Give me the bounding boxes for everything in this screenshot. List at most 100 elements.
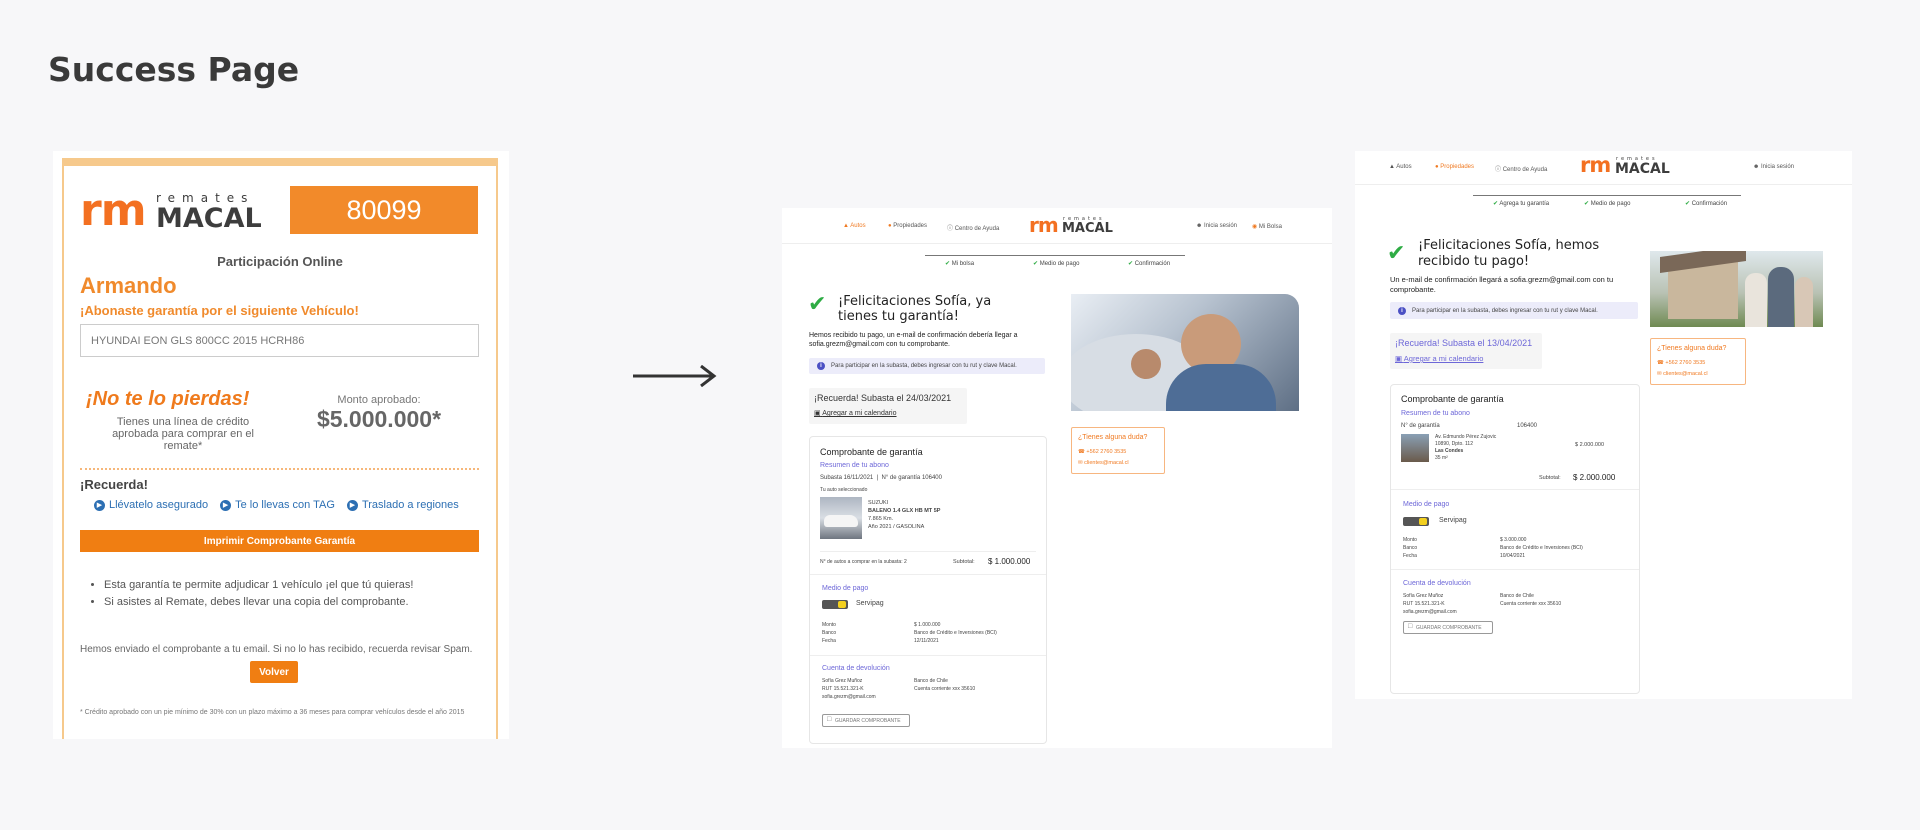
pay-value: Banco de Crédito e Inversiones (BCI) <box>914 630 997 636</box>
help-icon: ⓘ <box>1495 167 1502 173</box>
step-label: Medio de pago <box>1590 201 1631 207</box>
monto-value: $5.000.000* <box>316 406 442 432</box>
mail-icon: ✉ <box>1078 460 1083 466</box>
property-address: Av. Edmundo Pérez Zujovic <box>1435 434 1497 440</box>
nav-ayuda-label: Centro de Ayuda <box>1502 167 1548 173</box>
help-email[interactable]: ✉ clientes@macal.cl <box>1657 371 1708 377</box>
help-box: ¿Tienes alguna duda? ☎ +562 2760 3535 ✉ … <box>1071 427 1165 474</box>
step-label: Confirmación <box>1691 201 1728 207</box>
car-details: SUZUKI BALENO 1.4 GLX HB MT 5P 7.865 Km.… <box>868 499 940 531</box>
medio-pago-label: Medio de pago <box>1403 501 1450 508</box>
pay-row: Banco Banco de Crédito e Inversiones (BCI… <box>1403 544 1583 552</box>
subtotal-value: $ 1.000.000 <box>988 557 1031 566</box>
nav-login[interactable]: ☻ Inicia sesión <box>1753 164 1794 170</box>
cuenta-value: Banco de Chile <box>914 678 948 684</box>
car-km: 7.865 Km. <box>868 516 894 522</box>
guardar-comprobante-button[interactable]: □ GUARDAR COMPROBANTE <box>822 714 910 727</box>
help-email[interactable]: ✉ clientes@macal.cl <box>1078 460 1129 466</box>
nav-propiedades-label: Propiedades <box>1440 164 1474 170</box>
n-autos: N° de autos a comprar en la subasta: 2 <box>820 559 907 565</box>
document-icon: □ <box>1408 623 1413 630</box>
email-text: clientes@macal.cl <box>1663 371 1708 377</box>
pay-key: Fecha <box>822 638 836 644</box>
cuenta-row: sofia.grezm@gmail.com <box>1403 608 1561 616</box>
subtotal-label: Subtotal: <box>953 559 975 565</box>
help-title: ¿Tienes alguna duda? <box>1078 434 1148 441</box>
nav-ayuda-label: Centro de Ayuda <box>954 226 1000 232</box>
cuenta-key: sofia.grezm@gmail.com <box>822 694 876 700</box>
property-details: Av. Edmundo Pérez Zujovic 10890, Dpto. 1… <box>1435 434 1496 462</box>
logo-rm: rm <box>80 185 147 236</box>
reminder-box: ¡Recuerda! Subasta el 24/03/2021 ▣ Agreg… <box>809 388 967 424</box>
car-model: BALENO 1.4 GLX HB MT 5P <box>868 508 941 514</box>
help-phone[interactable]: ☎ +562 2760 3535 <box>1078 449 1126 455</box>
macal-logo[interactable]: rm remates MACAL <box>1580 153 1670 178</box>
print-button[interactable]: Imprimir Comprobante Garantía <box>80 530 479 552</box>
nav-autos[interactable]: ▲ Autos <box>1389 164 1412 170</box>
nav-propiedades[interactable]: ● Propiedades <box>888 223 927 229</box>
person-shape <box>1795 277 1813 327</box>
nav-ayuda[interactable]: ⓘ Centro de Ayuda <box>1495 164 1547 173</box>
link-traslado[interactable]: Traslado a regiones <box>347 499 459 511</box>
person-shape <box>1768 267 1794 327</box>
phone-text: +562 2760 3535 <box>1086 449 1127 455</box>
guardar-label: GUARDAR COMPROBANTE <box>835 717 901 724</box>
receipt-title: Comprobante de garantía <box>1401 394 1504 404</box>
pay-row: Fecha 10/04/2021 <box>1403 552 1583 560</box>
home-icon: ● <box>888 223 892 229</box>
receipt-card: Comprobante de garantía Resumen de tu ab… <box>1390 384 1640 694</box>
medio-pago-label: Medio de pago <box>822 585 869 592</box>
pay-key: Banco <box>822 630 837 636</box>
macal-logo[interactable]: rm remates MACAL <box>1029 213 1113 237</box>
reminder-text: ¡Recuerda! Subasta el 24/03/2021 <box>814 393 952 403</box>
logo-macal: MACAL <box>156 203 262 234</box>
nav-login[interactable]: ☻ Inicia sesión <box>1196 223 1237 229</box>
link-tag[interactable]: Te lo llevas con TAG <box>220 499 335 511</box>
nav-propiedades-label: Propiedades <box>893 223 927 229</box>
add-calendar-link[interactable]: ▣ Agregar a mi calendario <box>1395 354 1483 363</box>
guardar-comprobante-button[interactable]: □ GUARDAR COMPROBANTE <box>1403 621 1493 634</box>
success-body: Hemos recibido tu pago, un e-mail de con… <box>809 332 1018 348</box>
divider <box>810 655 1046 656</box>
mail-note: Hemos enviado el comprobante a tu email.… <box>80 644 473 655</box>
help-box: ¿Tienes alguna duda? ☎ +562 2760 3535 ✉ … <box>1650 338 1746 385</box>
driver-photo <box>1071 294 1299 411</box>
car-shape <box>824 515 858 527</box>
nav-autos-label: Autos <box>850 223 866 229</box>
step-label: Agrega tu garantía <box>1499 201 1550 207</box>
cuenta-row: Sofía Grez Muñoz Banco de Chile <box>822 677 975 685</box>
passenger-shape <box>1131 349 1161 379</box>
step-1: ✔ Mi bolsa <box>945 260 974 267</box>
pay-row: Fecha 12/11/2021 <box>822 637 997 645</box>
add-calendar-link[interactable]: ▣ Agregar a mi calendario <box>814 409 897 417</box>
subasta-date: Subasta 16/11/2021 | N° de garantía 1064… <box>820 475 942 481</box>
nav-ayuda[interactable]: ⓘ Centro de Ayuda <box>947 223 999 232</box>
nav-mi-bolsa[interactable]: ◉ Mi Bolsa <box>1252 223 1282 230</box>
phone-icon: ☎ <box>1657 360 1664 366</box>
property-unit: 10890, Dpto. 112 <box>1435 441 1473 447</box>
property-size: 35 m² <box>1435 455 1448 461</box>
link-asegurado[interactable]: Llévatelo asegurado <box>94 499 208 511</box>
person-shape <box>1745 273 1767 327</box>
old-frame: rm remates MACAL 80099 Participación Onl… <box>62 158 498 739</box>
nav-propiedades[interactable]: ● Propiedades <box>1435 164 1474 170</box>
nav-autos[interactable]: ▲ Autos <box>843 223 866 229</box>
receipt-card: Comprobante de garantía Resumen de tu ab… <box>809 436 1047 744</box>
car-year: Año 2021 / GASOLINA <box>868 524 925 530</box>
property-price: $ 2.000.000 <box>1575 442 1605 448</box>
step-label: Mi bolsa <box>951 261 975 267</box>
phone-icon: ☎ <box>1078 449 1085 455</box>
volver-button[interactable]: Volver <box>250 661 298 683</box>
reminder-box: ¡Recuerda! Subasta el 13/04/2021 ▣ Agreg… <box>1390 333 1542 369</box>
calendar-icon: ▣ <box>1395 354 1403 363</box>
monto-label: Monto aprobado: <box>337 394 421 406</box>
step-3: ✔ Confirmación <box>1128 260 1170 267</box>
help-phone[interactable]: ☎ +562 2760 3535 <box>1657 360 1705 366</box>
calendar-label: Agregar a mi calendario <box>822 410 897 417</box>
divider <box>810 574 1046 575</box>
divider <box>1391 489 1639 490</box>
car-thumbnail <box>820 497 862 539</box>
nav-login-label: Inicia sesión <box>1204 223 1238 229</box>
cuenta-label: Cuenta de devolución <box>822 665 890 672</box>
cuenta-label: Cuenta de devolución <box>1403 580 1471 587</box>
